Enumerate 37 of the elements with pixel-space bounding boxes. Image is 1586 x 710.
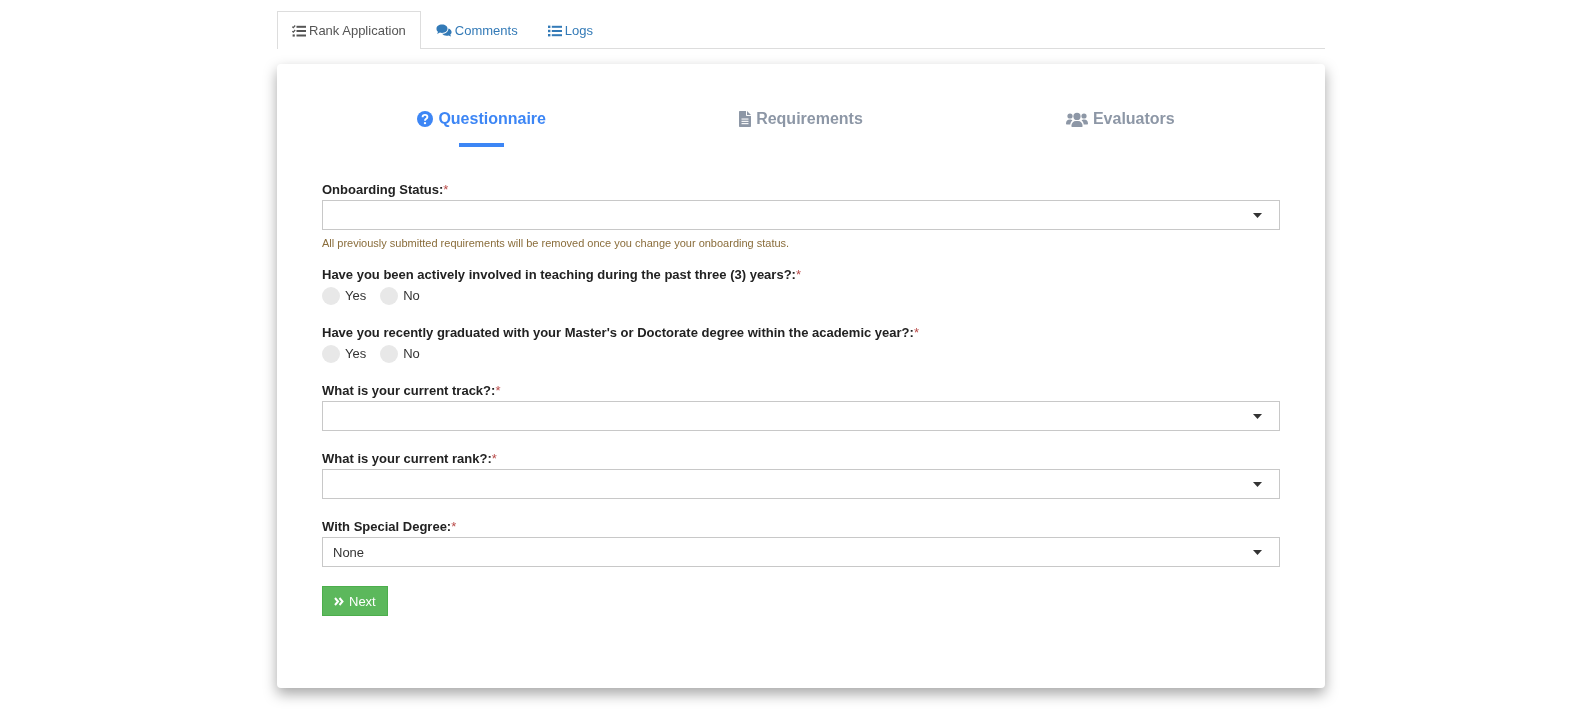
- list-icon: [547, 24, 562, 37]
- people-icon: [1065, 111, 1088, 127]
- help-text: All previously submitted requirements will be removed once you change your onboarding status.: [322, 236, 791, 251]
- radio-label[interactable]: Yes: [345, 345, 367, 363]
- select-field[interactable]: None: [322, 537, 1280, 567]
- tab[interactable]: Logs: [532, 11, 608, 49]
- select-field[interactable]: [322, 200, 1280, 230]
- checklist-icon: [292, 24, 306, 37]
- document-icon: [739, 111, 752, 127]
- required-mark: *: [913, 325, 919, 340]
- step-indicator: [459, 143, 505, 147]
- caret-icon: [1253, 481, 1262, 487]
- required-mark: *: [495, 383, 501, 398]
- caret-icon: [1253, 549, 1262, 555]
- field-label: Onboarding Status:: [322, 182, 444, 197]
- select-field[interactable]: [322, 469, 1280, 499]
- field-label: With Special Degree:: [322, 519, 452, 534]
- caret-icon: [1253, 413, 1262, 419]
- required-mark: *: [491, 451, 497, 466]
- radio-label[interactable]: Yes: [345, 287, 367, 305]
- field-label: What is your current track?:: [322, 383, 496, 398]
- question-circle-icon: [417, 111, 434, 127]
- step-tab[interactable]: Questionnaire: [417, 108, 546, 130]
- field-label: Have you recently graduated with your Master's or Doctorate degree within the academic year?:: [322, 325, 914, 340]
- select-field[interactable]: [322, 401, 1280, 431]
- speech-bubbles-icon: [435, 24, 452, 37]
- field-label: Have you been actively involved in teaching during the past three (3) years?:: [322, 267, 796, 282]
- required-mark: *: [795, 267, 801, 282]
- field-label: What is your current rank?:: [322, 451, 492, 466]
- required-mark: *: [451, 519, 457, 534]
- radio-label[interactable]: No: [403, 287, 420, 305]
- double-chevron-icon: [334, 596, 344, 606]
- tab[interactable]: Comments: [420, 11, 533, 49]
- required-mark: *: [443, 182, 449, 197]
- tab[interactable]: Rank Application: [277, 11, 421, 49]
- radio-label[interactable]: No: [403, 345, 420, 363]
- caret-icon: [1253, 212, 1262, 218]
